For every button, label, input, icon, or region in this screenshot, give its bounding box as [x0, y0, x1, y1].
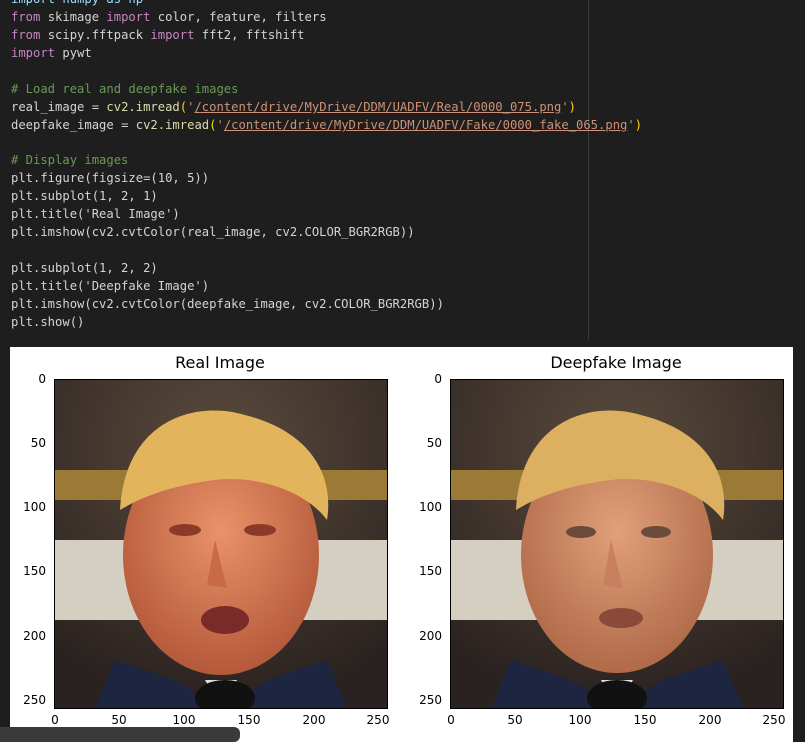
code-editor[interactable]: import numpy as np from skimage import c…: [0, 0, 642, 340]
left-plot-title: Real Image: [175, 353, 265, 372]
left-x-tick-200: 200: [302, 713, 326, 727]
deepfake-face-image-art: [451, 380, 783, 708]
right-x-tick-0: 0: [447, 713, 455, 727]
code-line-3: import pywt: [11, 46, 92, 60]
real-face-image: [54, 379, 388, 709]
left-y-tick-250: 250: [23, 693, 46, 707]
code-line-title-1: plt.title('Real Image'): [11, 207, 180, 221]
code-line-figure: plt.figure(figsize=(10, 5)): [11, 171, 210, 185]
left-y-tick-50: 50: [30, 436, 46, 450]
left-x-tick-50: 50: [111, 713, 127, 727]
left-x-tick-0: 0: [51, 713, 59, 727]
left-x-tick-250: 250: [366, 713, 390, 727]
code-comment-load: # Load real and deepfake images: [11, 82, 239, 96]
right-x-tick-150: 150: [633, 713, 657, 727]
right-y-tick-0: 0: [434, 372, 442, 386]
horizontal-scrollbar[interactable]: [0, 727, 240, 742]
left-y-tick-150: 150: [23, 564, 46, 578]
code-line-show: plt.show(): [11, 315, 85, 329]
right-plot-title: Deepfake Image: [550, 353, 682, 372]
right-y-tick-100: 100: [419, 500, 442, 514]
code-cell[interactable]: import numpy as np from skimage import c…: [0, 0, 805, 340]
right-y-tick-200: 200: [419, 629, 442, 643]
code-line-title-2: plt.title('Deepfake Image'): [11, 279, 210, 293]
right-x-tick-250: 250: [762, 713, 786, 727]
code-line-1: from skimage import color, feature, filt…: [11, 10, 327, 24]
code-line-subplot-2: plt.subplot(1, 2, 2): [11, 261, 158, 275]
left-y-tick-0: 0: [38, 372, 46, 386]
cell-output: Real Image 0 50 100 150 200 250 0 50 100…: [10, 347, 793, 742]
right-x-tick-200: 200: [698, 713, 722, 727]
right-x-tick-50: 50: [507, 713, 523, 727]
left-y-tick-200: 200: [23, 629, 46, 643]
code-line-deepfake-image: deepfake_image = cv2.imread('/content/dr…: [11, 118, 643, 132]
left-y-tick-100: 100: [23, 500, 46, 514]
deepfake-face-image: [450, 379, 784, 709]
code-line-partial: import numpy as np: [11, 0, 143, 8]
right-y-tick-150: 150: [419, 564, 442, 578]
code-comment-display: # Display images: [11, 153, 129, 167]
real-face-image-art: [55, 380, 387, 708]
code-line-subplot-1: plt.subplot(1, 2, 1): [11, 189, 158, 203]
code-line-real-image: real_image = cv2.imread('/content/drive/…: [11, 100, 577, 114]
code-line-imshow-2: plt.imshow(cv2.cvtColor(deepfake_image, …: [11, 297, 444, 311]
right-x-tick-100: 100: [568, 713, 592, 727]
code-line-2: from scipy.fftpack import fft2, fftshift: [11, 28, 305, 42]
left-x-tick-150: 150: [237, 713, 261, 727]
code-line-imshow-1: plt.imshow(cv2.cvtColor(real_image, cv2.…: [11, 225, 415, 239]
left-x-tick-100: 100: [172, 713, 196, 727]
right-y-tick-50: 50: [426, 436, 442, 450]
right-y-tick-250: 250: [419, 693, 442, 707]
